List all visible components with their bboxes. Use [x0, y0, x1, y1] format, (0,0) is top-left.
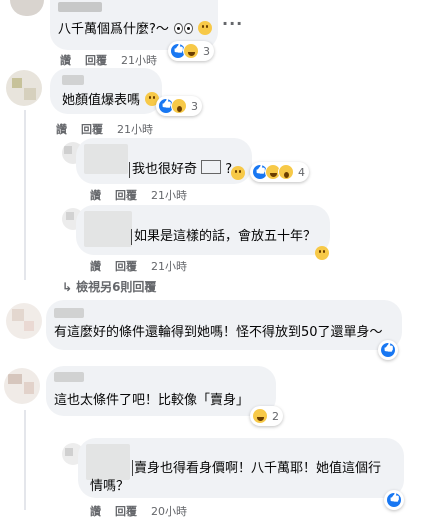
avatar[interactable]	[6, 70, 42, 106]
more-options-icon[interactable]: ···	[222, 14, 243, 33]
like-link[interactable]: 讚	[90, 187, 101, 203]
haha-emoji-icon	[315, 246, 329, 260]
blurred-emoji	[201, 160, 222, 174]
like-reaction-icon	[380, 342, 396, 358]
wow-reaction-icon	[278, 164, 294, 180]
avatar[interactable]	[6, 303, 42, 339]
reaction-count: 3	[203, 44, 210, 58]
like-reaction-icon	[386, 492, 402, 508]
reaction-summary[interactable]	[378, 340, 398, 360]
comment-actions: 讚 回覆 21小時	[90, 187, 187, 203]
timestamp[interactable]: 21小時	[151, 187, 187, 203]
commenter-name[interactable]	[62, 75, 84, 85]
timestamp[interactable]: 21小時	[151, 258, 187, 274]
comment-bubble: 有這麼好的條件還輪得到她嗎！怪不得放到50了還單身～	[46, 300, 402, 350]
comment-text: 有這麼好的條件還輪得到她嗎！怪不得放到50了還單身～	[54, 324, 383, 342]
like-link[interactable]: 讚	[90, 503, 101, 519]
comment-actions: 讚 回覆 21小時	[90, 258, 187, 274]
comment-text: 賣身也得看身價啊！八千萬耶！她值這個行情嗎？	[90, 460, 390, 496]
reply-link[interactable]: 回覆	[115, 258, 137, 274]
reply-link[interactable]: 回覆	[115, 187, 137, 203]
reply-link[interactable]: 回覆	[115, 503, 137, 519]
comment-actions: 讚 回覆 20小時	[90, 503, 187, 519]
comment-text-body: 這也太條件了吧！比較像「賣身」	[54, 393, 250, 408]
comment-text-body: 她顏值爆表嗎	[62, 93, 141, 108]
timestamp[interactable]: 21小時	[117, 121, 153, 137]
text-cursor	[129, 162, 130, 178]
avatar[interactable]	[10, 0, 44, 16]
commenter-name[interactable]	[58, 2, 102, 12]
reaction-summary[interactable]	[384, 490, 404, 510]
reaction-count: 3	[191, 99, 198, 113]
comment-text: 她顏值爆表嗎	[62, 92, 160, 110]
timestamp[interactable]: 20小時	[151, 503, 187, 519]
comment-bubble: 如果是這樣的話，會放五十年？	[76, 205, 330, 255]
like-link[interactable]: 讚	[56, 121, 67, 137]
timestamp[interactable]: 21小時	[121, 52, 157, 68]
reaction-count: 4	[298, 165, 305, 179]
reaction-summary[interactable]: 3	[156, 96, 202, 116]
comment-text-body: 賣身也得看身價啊！八千萬耶！她值這個行情嗎？	[90, 461, 382, 494]
reaction-count: 2	[272, 409, 279, 423]
comment-bubble: 賣身也得看身價啊！八千萬耶！她值這個行情嗎？	[78, 438, 404, 498]
eyes-emoji-icon	[173, 22, 194, 40]
reply-link[interactable]: 回覆	[85, 52, 107, 68]
view-more-replies-link[interactable]: ↳ 檢視另6則回覆	[62, 278, 156, 295]
thread-line	[24, 410, 26, 510]
reaction-summary[interactable]: 2	[250, 406, 283, 426]
comment-text: 八千萬個爲什麼?～	[58, 21, 213, 40]
haha-reaction-icon	[183, 43, 199, 59]
commenter-name[interactable]	[84, 144, 128, 174]
comment-text: 我也很好奇 ?	[132, 160, 233, 177]
comment-bubble: 這也太條件了吧！比較像「賣身」	[46, 366, 276, 416]
reaction-summary[interactable]: 3	[168, 41, 214, 61]
comment-bubble: 她顏值爆表嗎	[50, 68, 162, 114]
comment-text-body: 八千萬個爲什麼?～	[58, 22, 169, 37]
thread-line	[24, 110, 26, 280]
comment-text: 這也太條件了吧！比較像「賣身」	[54, 392, 249, 410]
commenter-name[interactable]	[54, 372, 84, 382]
commenter-name[interactable]	[84, 211, 132, 247]
like-link[interactable]: 讚	[90, 258, 101, 274]
comment-text: 如果是這樣的話，會放五十年？	[134, 228, 316, 246]
text-cursor	[131, 229, 132, 245]
avatar[interactable]	[4, 368, 40, 404]
comment-bubble: 我也很好奇 ?	[76, 138, 252, 184]
comment-text-body: 我也很好奇	[132, 162, 198, 177]
reply-link[interactable]: 回覆	[81, 121, 103, 137]
text-cursor	[132, 460, 133, 476]
comment-text-body: 如果是這樣的話，會放五十年？	[134, 229, 317, 244]
smile-emoji-icon	[231, 166, 245, 180]
comment-actions: 讚 回覆 21小時	[56, 121, 153, 137]
comment-actions: 讚 回覆 21小時	[60, 52, 157, 68]
wow-reaction-icon	[171, 98, 187, 114]
smile-emoji-icon	[198, 21, 213, 35]
reaction-summary[interactable]: 4	[250, 162, 309, 182]
commenter-name[interactable]	[54, 308, 84, 318]
reply-arrow-icon: ↳	[62, 280, 73, 294]
like-link[interactable]: 讚	[60, 52, 71, 68]
comment-text-body: 有這麼好的條件還輪得到她嗎！怪不得放到50了還單身～	[54, 325, 383, 340]
haha-reaction-icon	[252, 408, 268, 424]
